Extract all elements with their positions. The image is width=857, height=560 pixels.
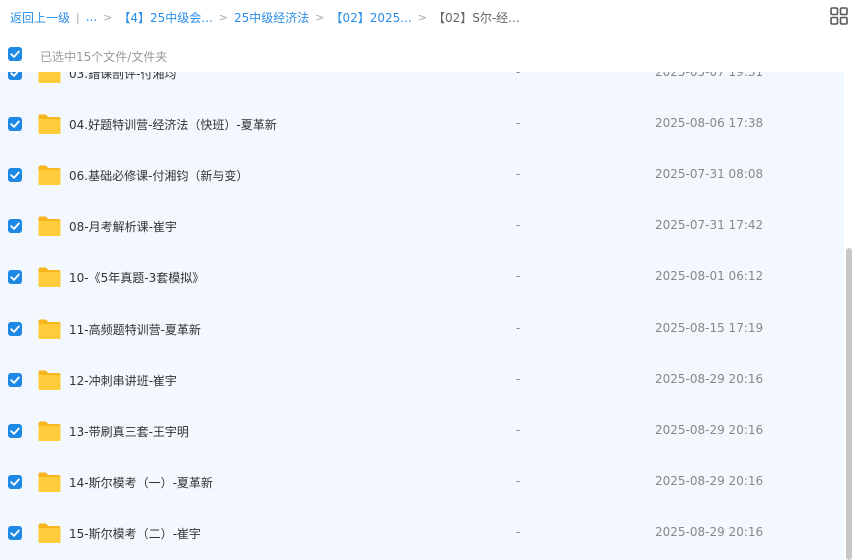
checkbox-checked-icon: [10, 222, 20, 231]
checkbox-checked-icon: [10, 478, 20, 486]
file-list: 03.錯课剖评-付湘均 - 2025-05-07 19:31 04.好题特训营-经济法…: [0, 72, 844, 560]
file-date: 2025-08-29 20:16: [655, 524, 764, 539]
file-name[interactable]: 15-斯尔模考（二）-崔宇: [69, 525, 201, 542]
checkbox-checked-icon: [10, 120, 20, 128]
breadcrumb-separator: >: [315, 10, 325, 24]
folder-icon: [38, 72, 61, 83]
file-date: 2025-07-31 17:42: [655, 218, 764, 233]
file-date: 2025-08-06 17:38: [655, 116, 764, 131]
checkbox-checked-icon: [10, 427, 20, 435]
file-checkbox[interactable]: [8, 372, 22, 387]
breadcrumb-separator: >: [218, 10, 228, 24]
breadcrumb-separator: >: [417, 10, 427, 24]
file-date: 2025-07-31 08:08: [655, 167, 764, 182]
file-name[interactable]: 13-带刷真三套-王宇明: [69, 423, 189, 440]
file-checkbox[interactable]: [8, 321, 22, 336]
file-row[interactable]: 03.錯课剖评-付湘均 - 2025-05-07 19:31: [0, 72, 844, 99]
breadcrumb-back-link[interactable]: 返回上一级: [10, 9, 70, 26]
grid-view-button[interactable]: [829, 6, 849, 26]
folder-icon: [38, 267, 61, 288]
breadcrumb-item-3[interactable]: 【02】2025...: [330, 9, 411, 26]
file-size: -: [516, 524, 521, 539]
selection-bar: 已选中15个文件/文件夹: [0, 38, 857, 72]
file-row[interactable]: 04.好题特训营-经济法（快班）-夏革新 - 2025-08-06 17:38: [0, 99, 844, 150]
checkbox-checked-icon: [10, 72, 19, 77]
checkbox-checked-icon: [10, 273, 20, 282]
folder-icon: [38, 114, 61, 135]
file-checkbox[interactable]: [8, 168, 22, 183]
select-all-checkbox[interactable]: [8, 47, 22, 61]
file-checkbox[interactable]: [8, 219, 22, 234]
file-checkbox[interactable]: [8, 72, 22, 80]
breadcrumb-ellipsis[interactable]: ...: [86, 10, 97, 24]
selection-count-text: 已选中15个文件/文件夹: [40, 50, 168, 64]
checkbox-checked-icon: [10, 171, 20, 179]
file-checkbox[interactable]: [8, 117, 22, 132]
file-size: -: [516, 269, 521, 284]
file-checkbox[interactable]: [8, 423, 22, 438]
file-size: -: [516, 116, 521, 131]
checkbox-checked-icon: [10, 325, 20, 333]
file-name[interactable]: 04.好题特训营-经济法（快班）-夏革新: [69, 116, 277, 133]
file-size: -: [516, 218, 521, 233]
breadcrumb-item-2[interactable]: 25中级经济法: [234, 9, 309, 26]
file-row[interactable]: 08-月考解析课-崔宇 - 2025-07-31 17:42: [0, 201, 844, 252]
folder-icon: [38, 216, 61, 237]
file-date: 2025-08-01 06:12: [655, 269, 764, 284]
folder-icon: [38, 523, 61, 543]
file-size: -: [516, 473, 521, 488]
folder-icon: [38, 370, 61, 390]
file-size: -: [516, 422, 521, 437]
breadcrumb-item-1[interactable]: 【4】25中级会...: [118, 9, 212, 26]
breadcrumb: 返回上一级 | ... > 【4】25中级会... > 25中级经济法 > 【0…: [10, 8, 520, 26]
file-date: 2025-08-29 20:16: [655, 371, 764, 386]
folder-icon: [38, 165, 61, 186]
breadcrumb-current: 【02】S尔-经...: [432, 10, 520, 25]
file-row[interactable]: 12-冲刺串讲班-崔宇 - 2025-08-29 20:16: [0, 355, 844, 406]
file-name[interactable]: 10-《5年真题-3套模拟》: [69, 269, 204, 286]
file-size: -: [516, 167, 521, 182]
file-size: -: [516, 72, 521, 79]
file-name[interactable]: 03.錯课剖评-付湘均: [69, 72, 176, 82]
file-date: 2025-08-29 20:16: [655, 473, 764, 488]
breadcrumb-separator: >: [103, 10, 113, 24]
file-checkbox[interactable]: [8, 474, 22, 489]
file-name[interactable]: 12-冲刺串讲班-崔宇: [69, 372, 177, 389]
file-row[interactable]: 06.基础必修课-付湘钧（新与变） - 2025-07-31 08:08: [0, 150, 844, 201]
file-row[interactable]: 14-斯尔模考（一）-夏革新 - 2025-08-29 20:16: [0, 457, 844, 508]
scrollbar-thumb[interactable]: [846, 248, 852, 560]
file-row[interactable]: 13-带刷真三套-王宇明 - 2025-08-29 20:16: [0, 406, 844, 457]
file-name[interactable]: 14-斯尔模考（一）-夏革新: [69, 474, 213, 491]
file-date: 2025-08-29 20:16: [655, 422, 764, 437]
scrollbar[interactable]: [844, 72, 857, 560]
file-row[interactable]: 11-高频题特训营-夏革新 - 2025-08-15 17:19: [0, 304, 844, 355]
file-size: -: [516, 371, 521, 386]
grid-view-icon: [830, 7, 848, 25]
folder-icon: [38, 421, 61, 441]
top-bar: 返回上一级 | ... > 【4】25中级会... > 25中级经济法 > 【0…: [0, 0, 857, 34]
file-name[interactable]: 06.基础必修课-付湘钧（新与变）: [69, 167, 248, 184]
file-row[interactable]: 10-《5年真题-3套模拟》 - 2025-08-01 06:12: [0, 252, 844, 303]
folder-icon: [38, 319, 61, 339]
file-date: 2025-05-07 19:31: [655, 72, 764, 79]
checkbox-checked-icon: [10, 50, 20, 58]
checkbox-checked-icon: [10, 376, 20, 384]
file-checkbox[interactable]: [8, 270, 22, 285]
checkbox-checked-icon: [10, 529, 20, 537]
file-name[interactable]: 08-月考解析课-崔宇: [69, 218, 177, 235]
file-name[interactable]: 11-高频题特训营-夏革新: [69, 321, 201, 338]
breadcrumb-separator: |: [76, 10, 80, 24]
file-date: 2025-08-15 17:19: [655, 320, 764, 335]
file-checkbox[interactable]: [8, 525, 22, 540]
folder-icon: [38, 472, 61, 492]
file-size: -: [516, 320, 521, 335]
file-row[interactable]: 15-斯尔模考（二）-崔宇 - 2025-08-29 20:16: [0, 508, 844, 559]
